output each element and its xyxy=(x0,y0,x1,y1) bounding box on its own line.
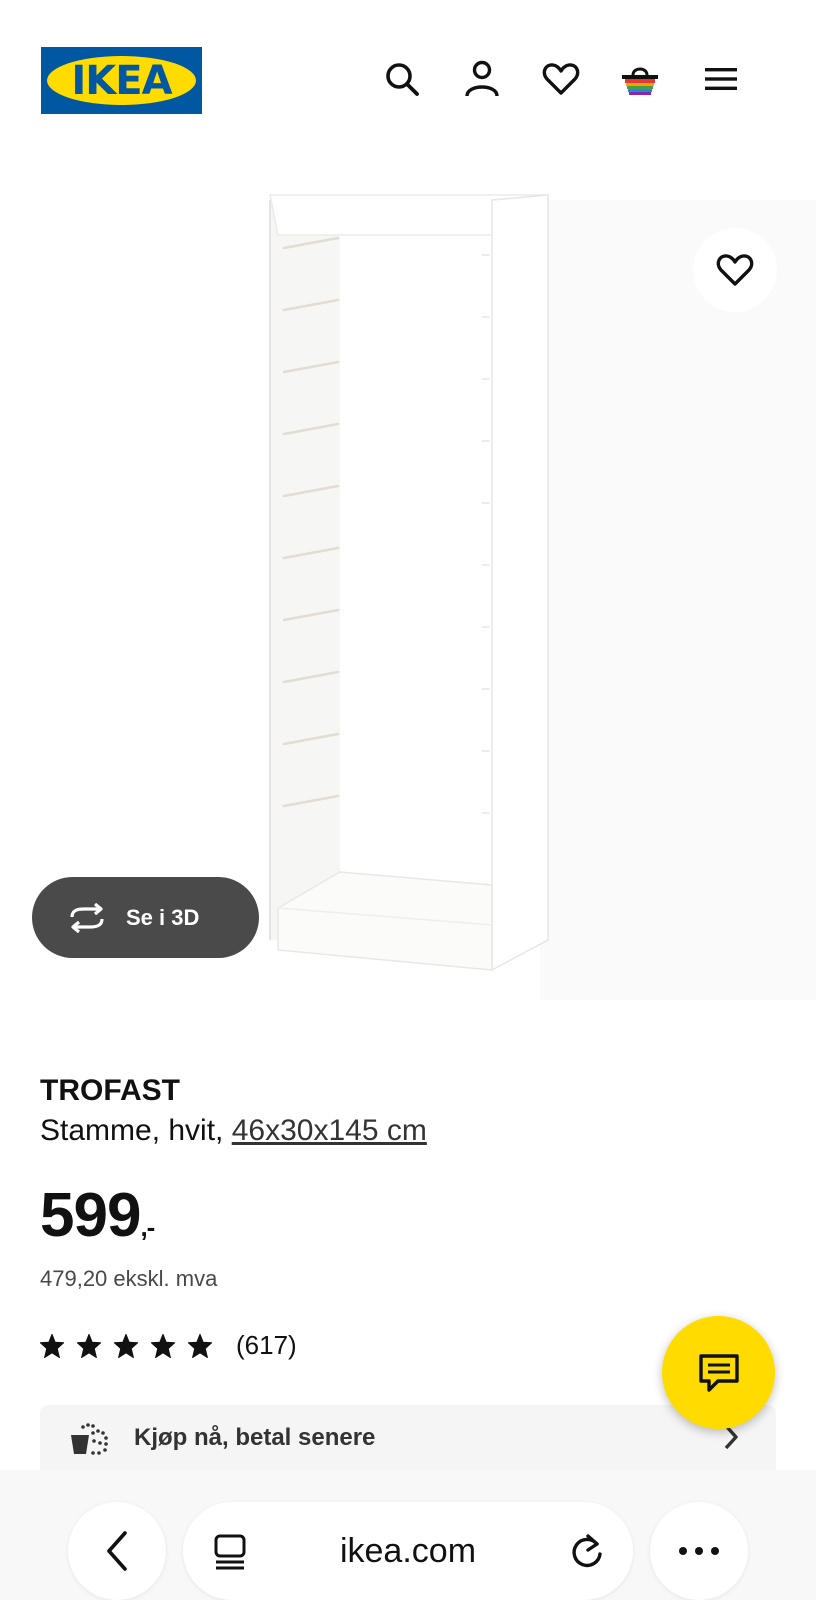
product-description-text: Stamme, hvit, xyxy=(40,1114,232,1147)
ikea-logo[interactable]: IKEA xyxy=(41,47,202,114)
product-name: TROFAST xyxy=(40,1074,180,1107)
pay-later-icon xyxy=(71,1422,108,1455)
chat-button[interactable] xyxy=(662,1316,775,1429)
logo-text: IKEA xyxy=(71,57,172,104)
product-image-area: Se i 3D xyxy=(0,140,816,1000)
search-icon[interactable] xyxy=(378,55,426,103)
price-excluding-vat: 479,20 ekskl. mva xyxy=(40,1266,218,1291)
browser-toolbar: ikea.com xyxy=(0,1470,816,1600)
chat-icon xyxy=(698,1353,739,1392)
back-button[interactable] xyxy=(68,1502,166,1600)
back-arrow-icon xyxy=(107,1531,127,1571)
favorites-icon[interactable] xyxy=(537,55,585,103)
reload-icon[interactable] xyxy=(569,1532,605,1570)
star-icon xyxy=(114,1333,138,1358)
menu-icon[interactable] xyxy=(697,55,745,103)
star-icon xyxy=(188,1333,212,1358)
site-header: IKEA xyxy=(0,0,816,140)
star-icon xyxy=(151,1333,175,1358)
product-price: 599,- xyxy=(40,1180,155,1251)
rating-count: (617) xyxy=(236,1330,297,1360)
pay-later-label: Kjøp nå, betal senere xyxy=(134,1423,376,1451)
view-in-3d-label: Se i 3D xyxy=(126,904,200,930)
star-icon xyxy=(40,1333,64,1358)
view-in-3d-button[interactable]: Se i 3D xyxy=(32,877,259,958)
add-to-favorites-button[interactable] xyxy=(693,228,777,312)
account-icon[interactable] xyxy=(458,55,506,103)
address-bar[interactable]: ikea.com xyxy=(183,1502,633,1600)
rating-stars xyxy=(40,1333,212,1358)
rotate-3d-icon xyxy=(70,902,104,933)
basket-icon[interactable] xyxy=(616,55,664,103)
star-icon xyxy=(77,1333,101,1358)
url-text[interactable]: ikea.com xyxy=(183,1532,633,1571)
product-rating[interactable]: (617) xyxy=(40,1330,297,1361)
more-dots-icon xyxy=(679,1547,719,1555)
price-main: 599 xyxy=(40,1181,141,1250)
price-suffix: ,- xyxy=(140,1212,155,1242)
heart-icon xyxy=(716,254,754,286)
product-description: Stamme, hvit, 46x30x145 cm xyxy=(40,1114,427,1148)
product-dimensions-link[interactable]: 46x30x145 cm xyxy=(232,1114,427,1147)
more-options-button[interactable] xyxy=(650,1502,748,1600)
buy-now-pay-later-bar[interactable]: Kjøp nå, betal senere xyxy=(40,1405,776,1470)
